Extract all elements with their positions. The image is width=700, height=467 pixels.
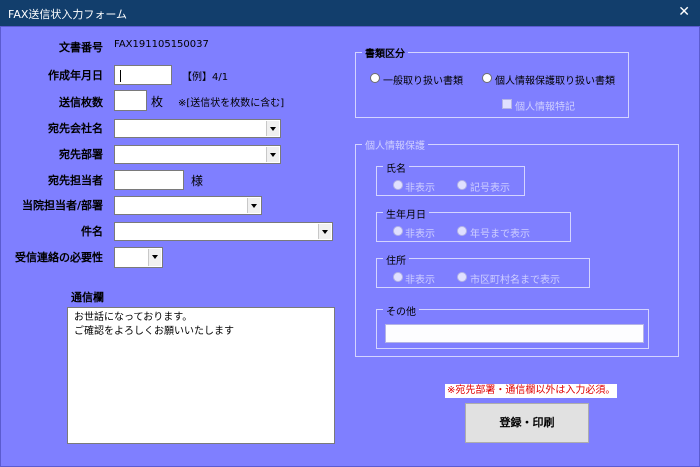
radio-addr-hide[interactable]: [393, 272, 403, 282]
title-bar: FAX送信状入力フォーム ✕: [0, 0, 700, 26]
addr-legend: 住所: [383, 252, 409, 267]
chevron-down-icon[interactable]: [318, 224, 331, 239]
person-input[interactable]: [114, 170, 184, 190]
radio-general-label[interactable]: 一般取り扱い書類: [383, 72, 463, 87]
subject-select[interactable]: [114, 222, 333, 241]
text-caret: [120, 70, 121, 82]
other-legend: その他: [383, 303, 419, 318]
chevron-down-icon[interactable]: [266, 147, 279, 162]
chevron-down-icon[interactable]: [247, 198, 260, 213]
staff-select[interactable]: [114, 196, 262, 215]
pages-label: 送信枚数: [59, 96, 103, 109]
person-label: 宛先担当者: [48, 174, 103, 187]
pages-input[interactable]: [114, 90, 147, 111]
privacy-legend: 個人情報保護: [362, 137, 428, 152]
name-legend: 氏名: [383, 160, 409, 175]
radio-name-hide[interactable]: [393, 180, 403, 190]
date-input[interactable]: [114, 65, 172, 85]
register-print-button[interactable]: 登録・印刷: [465, 403, 589, 443]
doctype-legend: 書類区分: [362, 45, 408, 60]
birth-legend: 生年月日: [383, 206, 429, 221]
doc-number-label: 文書番号: [59, 41, 103, 54]
radio-birth-hide-label[interactable]: 非表示: [405, 225, 435, 240]
radio-addr-city[interactable]: [457, 272, 467, 282]
note-checkbox[interactable]: [502, 99, 512, 109]
fax-form: 文書番号 FAX191105150037 作成年月日 【例】4/1 送信枚数 枚…: [0, 26, 700, 467]
pages-unit: 枚: [151, 95, 164, 109]
chevron-down-icon[interactable]: [148, 249, 161, 266]
radio-general[interactable]: [370, 73, 380, 83]
doc-number-value: FAX191105150037: [114, 39, 209, 50]
memo-label: 通信欄: [71, 291, 104, 304]
date-hint: 【例】4/1: [182, 72, 229, 83]
radio-birth-hide[interactable]: [393, 226, 403, 236]
person-unit: 様: [191, 174, 204, 188]
window-title: FAX送信状入力フォーム: [8, 8, 128, 21]
radio-name-symbol[interactable]: [457, 180, 467, 190]
memo-textarea[interactable]: お世話になっております。 ご確認をよろしくお願いいたします: [67, 307, 335, 444]
radio-personal-label[interactable]: 個人情報保護取り扱い書類: [495, 72, 615, 87]
note-checkbox-label[interactable]: 個人情報特記: [515, 98, 575, 113]
pages-hint: ※[送信状を枚数に含む]: [178, 98, 285, 109]
radio-addr-city-label[interactable]: 市区町村名まで表示: [470, 271, 560, 286]
required-warning: ※宛先部署・通信欄以外は入力必須。: [445, 384, 618, 398]
reply-select[interactable]: [114, 247, 163, 268]
radio-personal[interactable]: [482, 73, 492, 83]
reply-label: 受信連絡の必要性: [15, 251, 103, 264]
dept-label: 宛先部署: [59, 148, 103, 161]
radio-name-hide-label[interactable]: 非表示: [405, 179, 435, 194]
other-input[interactable]: [385, 324, 644, 343]
subject-label: 件名: [81, 225, 103, 238]
chevron-down-icon[interactable]: [266, 121, 279, 136]
date-label: 作成年月日: [48, 69, 103, 82]
radio-birth-era-label[interactable]: 年号まで表示: [470, 225, 530, 240]
company-select[interactable]: [114, 119, 281, 138]
company-label: 宛先会社名: [48, 122, 103, 135]
radio-birth-era[interactable]: [457, 226, 467, 236]
staff-label: 当院担当者/部署: [21, 199, 103, 212]
dept-select[interactable]: [114, 145, 281, 164]
radio-name-symbol-label[interactable]: 記号表示: [470, 179, 510, 194]
radio-addr-hide-label[interactable]: 非表示: [405, 271, 435, 286]
close-icon[interactable]: ✕: [678, 3, 690, 21]
